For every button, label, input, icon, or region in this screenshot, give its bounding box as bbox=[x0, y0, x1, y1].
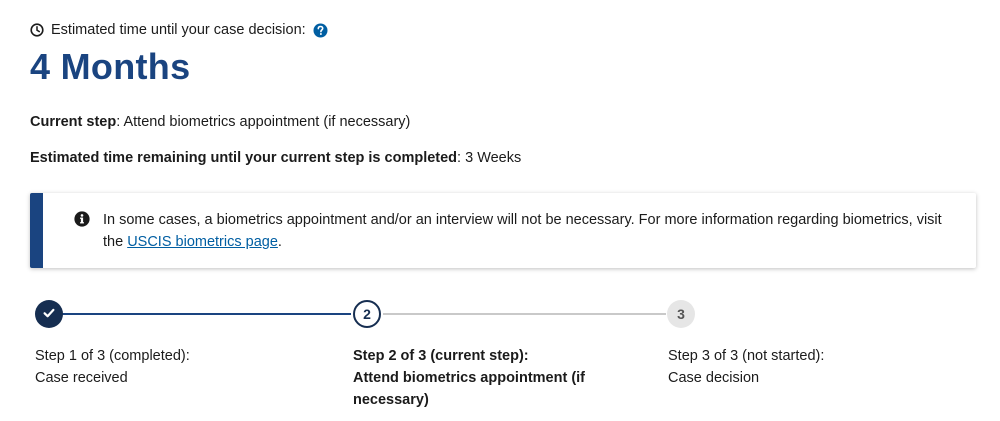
step-1-status: Step 1 of 3 (completed): bbox=[35, 348, 190, 364]
step-1-marker bbox=[35, 300, 63, 328]
time-remaining-line: Estimated time remaining until your curr… bbox=[30, 150, 521, 166]
current-step-label: Current step bbox=[30, 114, 117, 130]
alert-text-after: . bbox=[277, 234, 282, 250]
current-step-value: : Attend biometrics appointment (if nece… bbox=[116, 114, 411, 130]
alert-text: In some cases, a biometrics appointment … bbox=[103, 209, 963, 253]
clock-icon bbox=[30, 23, 44, 37]
estimate-label: Estimated time until your case decision: bbox=[51, 22, 306, 38]
estimated-time-value: 4 Months bbox=[30, 46, 191, 87]
time-remaining-label: Estimated time remaining until your curr… bbox=[30, 150, 458, 166]
current-step-line: Current step: Attend biometrics appointm… bbox=[30, 114, 410, 130]
progress-line-pending bbox=[383, 313, 666, 315]
time-remaining-value: : 3 Weeks bbox=[457, 150, 522, 166]
checkmark-icon bbox=[42, 306, 56, 323]
info-circle-icon bbox=[74, 211, 90, 227]
step-2-description: Step 2 of 3 (current step): Attend biome… bbox=[353, 345, 613, 411]
step-progress-tracker: 2 3 bbox=[0, 300, 1000, 330]
step-3-marker: 3 bbox=[667, 300, 695, 328]
step-3-description: Step 3 of 3 (not started): Case decision bbox=[668, 345, 948, 389]
progress-line-completed bbox=[62, 313, 351, 315]
question-circle-icon[interactable] bbox=[313, 23, 328, 38]
estimate-row: Estimated time until your case decision: bbox=[30, 22, 328, 38]
step-1-name: Case received bbox=[35, 370, 128, 386]
uscis-biometrics-link[interactable]: USCIS biometrics page bbox=[127, 234, 278, 250]
step-1-description: Step 1 of 3 (completed): Case received bbox=[35, 345, 315, 389]
step-3-status: Step 3 of 3 (not started): bbox=[668, 348, 825, 364]
step-2-marker: 2 bbox=[353, 300, 381, 328]
step-2-name: Attend biometrics appointment (if necess… bbox=[353, 370, 585, 408]
step-3-name: Case decision bbox=[668, 370, 760, 386]
step-2-status: Step 2 of 3 (current step): bbox=[353, 348, 529, 364]
biometrics-info-alert: In some cases, a biometrics appointment … bbox=[30, 193, 976, 268]
